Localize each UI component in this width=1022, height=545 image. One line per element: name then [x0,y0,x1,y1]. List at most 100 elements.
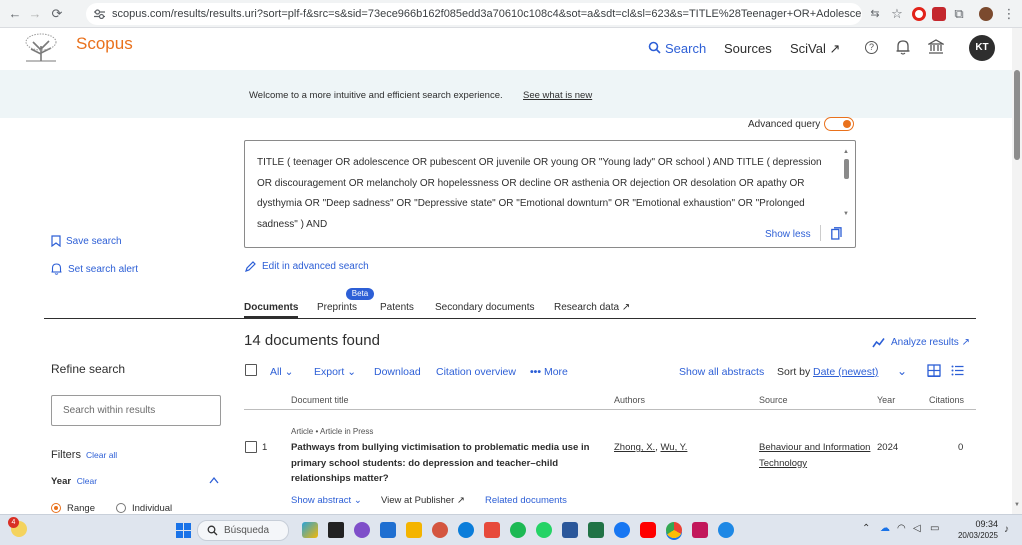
authors-cell: Zhong, X., Wu, Y. [614,442,688,453]
outlook-app-icon[interactable] [380,522,396,538]
edit-advanced-search-link[interactable]: Edit in advanced search [245,261,369,272]
export-dropdown[interactable]: Export ⌄ [314,366,356,378]
app-icon[interactable] [432,522,448,538]
citation-overview-button[interactable]: Citation overview [436,366,516,378]
help-icon[interactable]: ? [865,41,878,54]
list-view-icon[interactable] [951,365,964,376]
translate-icon[interactable]: ⇆ [866,5,884,23]
range-radio[interactable] [51,503,61,513]
extensions-icon[interactable]: ⧉ [950,5,968,23]
see-what-is-new-link[interactable]: See what is new [523,90,592,101]
notifications-icon[interactable]: ♪ [1004,524,1009,535]
year-cell: 2024 [877,442,899,453]
app-icon[interactable] [510,522,526,538]
sort-select[interactable]: Date (newest) [813,366,878,378]
chevron-up-icon[interactable] [209,476,219,484]
show-all-abstracts-button[interactable]: Show all abstracts [679,366,764,378]
excel-app-icon[interactable] [588,522,604,538]
sort-chevron-icon[interactable]: ⌄ [897,364,907,378]
scopus-logo[interactable]: Scopus [76,34,133,54]
taskbar-search-box[interactable]: Búsqueda [197,520,289,541]
app-icon[interactable] [718,522,734,538]
file-explorer-icon[interactable] [406,522,422,538]
youtube-icon[interactable] [640,522,656,538]
year-clear-link[interactable]: Clear [77,476,97,486]
advanced-query-toggle[interactable] [824,117,854,131]
tab-secondary-documents[interactable]: Secondary documents [435,302,535,313]
column-document-title[interactable]: Document title [291,395,349,405]
taskbar-clock[interactable]: 09:34 20/03/2025 [952,519,998,541]
weather-widget-icon[interactable]: 4 [8,517,27,537]
copilot-app-icon[interactable] [354,522,370,538]
widgets-app-icon[interactable] [302,522,318,538]
author-link[interactable]: Wu, Y. [660,442,687,453]
tab-preprints[interactable]: Preprints [317,302,357,313]
copy-icon[interactable] [831,227,842,240]
view-at-publisher-link[interactable]: View at Publisher ↗ [381,495,465,506]
document-title-link[interactable]: Pathways from bullying victimisation to … [291,440,591,487]
show-hidden-icons-icon[interactable]: ⌃ [862,523,870,534]
select-all-checkbox[interactable] [245,364,257,376]
onedrive-icon[interactable]: ☁ [880,523,890,534]
grid-view-icon[interactable] [927,364,941,377]
word-app-icon[interactable] [562,522,578,538]
tab-research-data[interactable]: Research data ↗ [554,302,630,313]
tab-documents[interactable]: Documents [244,302,298,313]
volume-icon[interactable]: ◁ [913,523,921,534]
wifi-icon[interactable]: ◠ [897,523,906,534]
edge-browser-icon[interactable] [458,522,474,538]
nav-scival[interactable]: SciVal ↗ [790,41,840,57]
query-scroll-thumb[interactable] [844,159,849,179]
address-bar[interactable]: scopus.com/results/results.uri?sort=plf-… [86,3,862,25]
show-less-button[interactable]: Show less [765,229,811,240]
query-box[interactable]: TITLE ( teenager OR adolescence OR pubes… [244,140,856,248]
set-search-alert-link[interactable]: Set search alert [51,263,138,275]
scroll-up-icon[interactable]: ▲ [843,149,849,155]
column-citations[interactable]: Citations [929,395,964,405]
tab-patents[interactable]: Patents [380,302,414,313]
column-year[interactable]: Year [877,395,895,405]
institution-icon[interactable] [928,39,944,55]
scroll-down-icon[interactable]: ▼ [843,211,849,217]
forward-icon[interactable]: → [26,5,44,23]
bookmark-star-icon[interactable]: ☆ [888,5,906,23]
show-abstract-button[interactable]: Show abstract ⌄ [291,495,362,506]
page-scroll-thumb[interactable] [1014,70,1020,160]
download-button[interactable]: Download [374,366,421,378]
opera-extension-icon[interactable] [912,7,926,21]
windows-start-icon[interactable] [176,523,191,538]
office-app-icon[interactable] [484,522,500,538]
page-scrollbar[interactable]: ▼ [1012,28,1022,514]
task-view-icon[interactable] [328,522,344,538]
source-link[interactable]: Behaviour and Information Technology [759,440,871,471]
app-icon[interactable] [692,522,708,538]
search-within-input[interactable]: Search within results [51,395,221,426]
scroll-down-arrow-icon[interactable]: ▼ [1014,502,1020,508]
site-info-icon[interactable] [94,9,105,19]
browser-menu-icon[interactable]: ⋮ [1000,5,1018,23]
reload-icon[interactable]: ⟳ [48,5,66,23]
mail-extension-icon[interactable] [932,7,946,21]
related-documents-link[interactable]: Related documents [485,495,567,506]
author-link[interactable]: Zhong, X. [614,442,655,453]
whatsapp-icon[interactable] [536,522,552,538]
clear-all-link[interactable]: Clear all [86,450,117,460]
back-icon[interactable]: ← [6,5,24,23]
column-source[interactable]: Source [759,395,788,405]
chrome-browser-icon[interactable] [666,522,682,538]
profile-avatar-icon[interactable] [979,7,993,21]
nav-sources[interactable]: Sources [724,41,772,56]
row-checkbox[interactable] [245,441,257,453]
query-scrollbar[interactable]: ▲ ▼ [843,149,850,221]
individual-radio[interactable] [116,503,126,513]
user-avatar[interactable]: KT [969,35,995,61]
save-search-link[interactable]: Save search [51,235,122,247]
nav-search[interactable]: Search [648,41,706,56]
all-dropdown[interactable]: All ⌄ [270,366,293,378]
bell-icon[interactable] [896,39,910,55]
analyze-results-link[interactable]: Analyze results ↗ [872,337,970,348]
facebook-icon[interactable] [614,522,630,538]
more-button[interactable]: ••• More [530,366,568,378]
battery-icon[interactable]: ▭ [930,523,939,534]
column-authors[interactable]: Authors [614,395,645,405]
